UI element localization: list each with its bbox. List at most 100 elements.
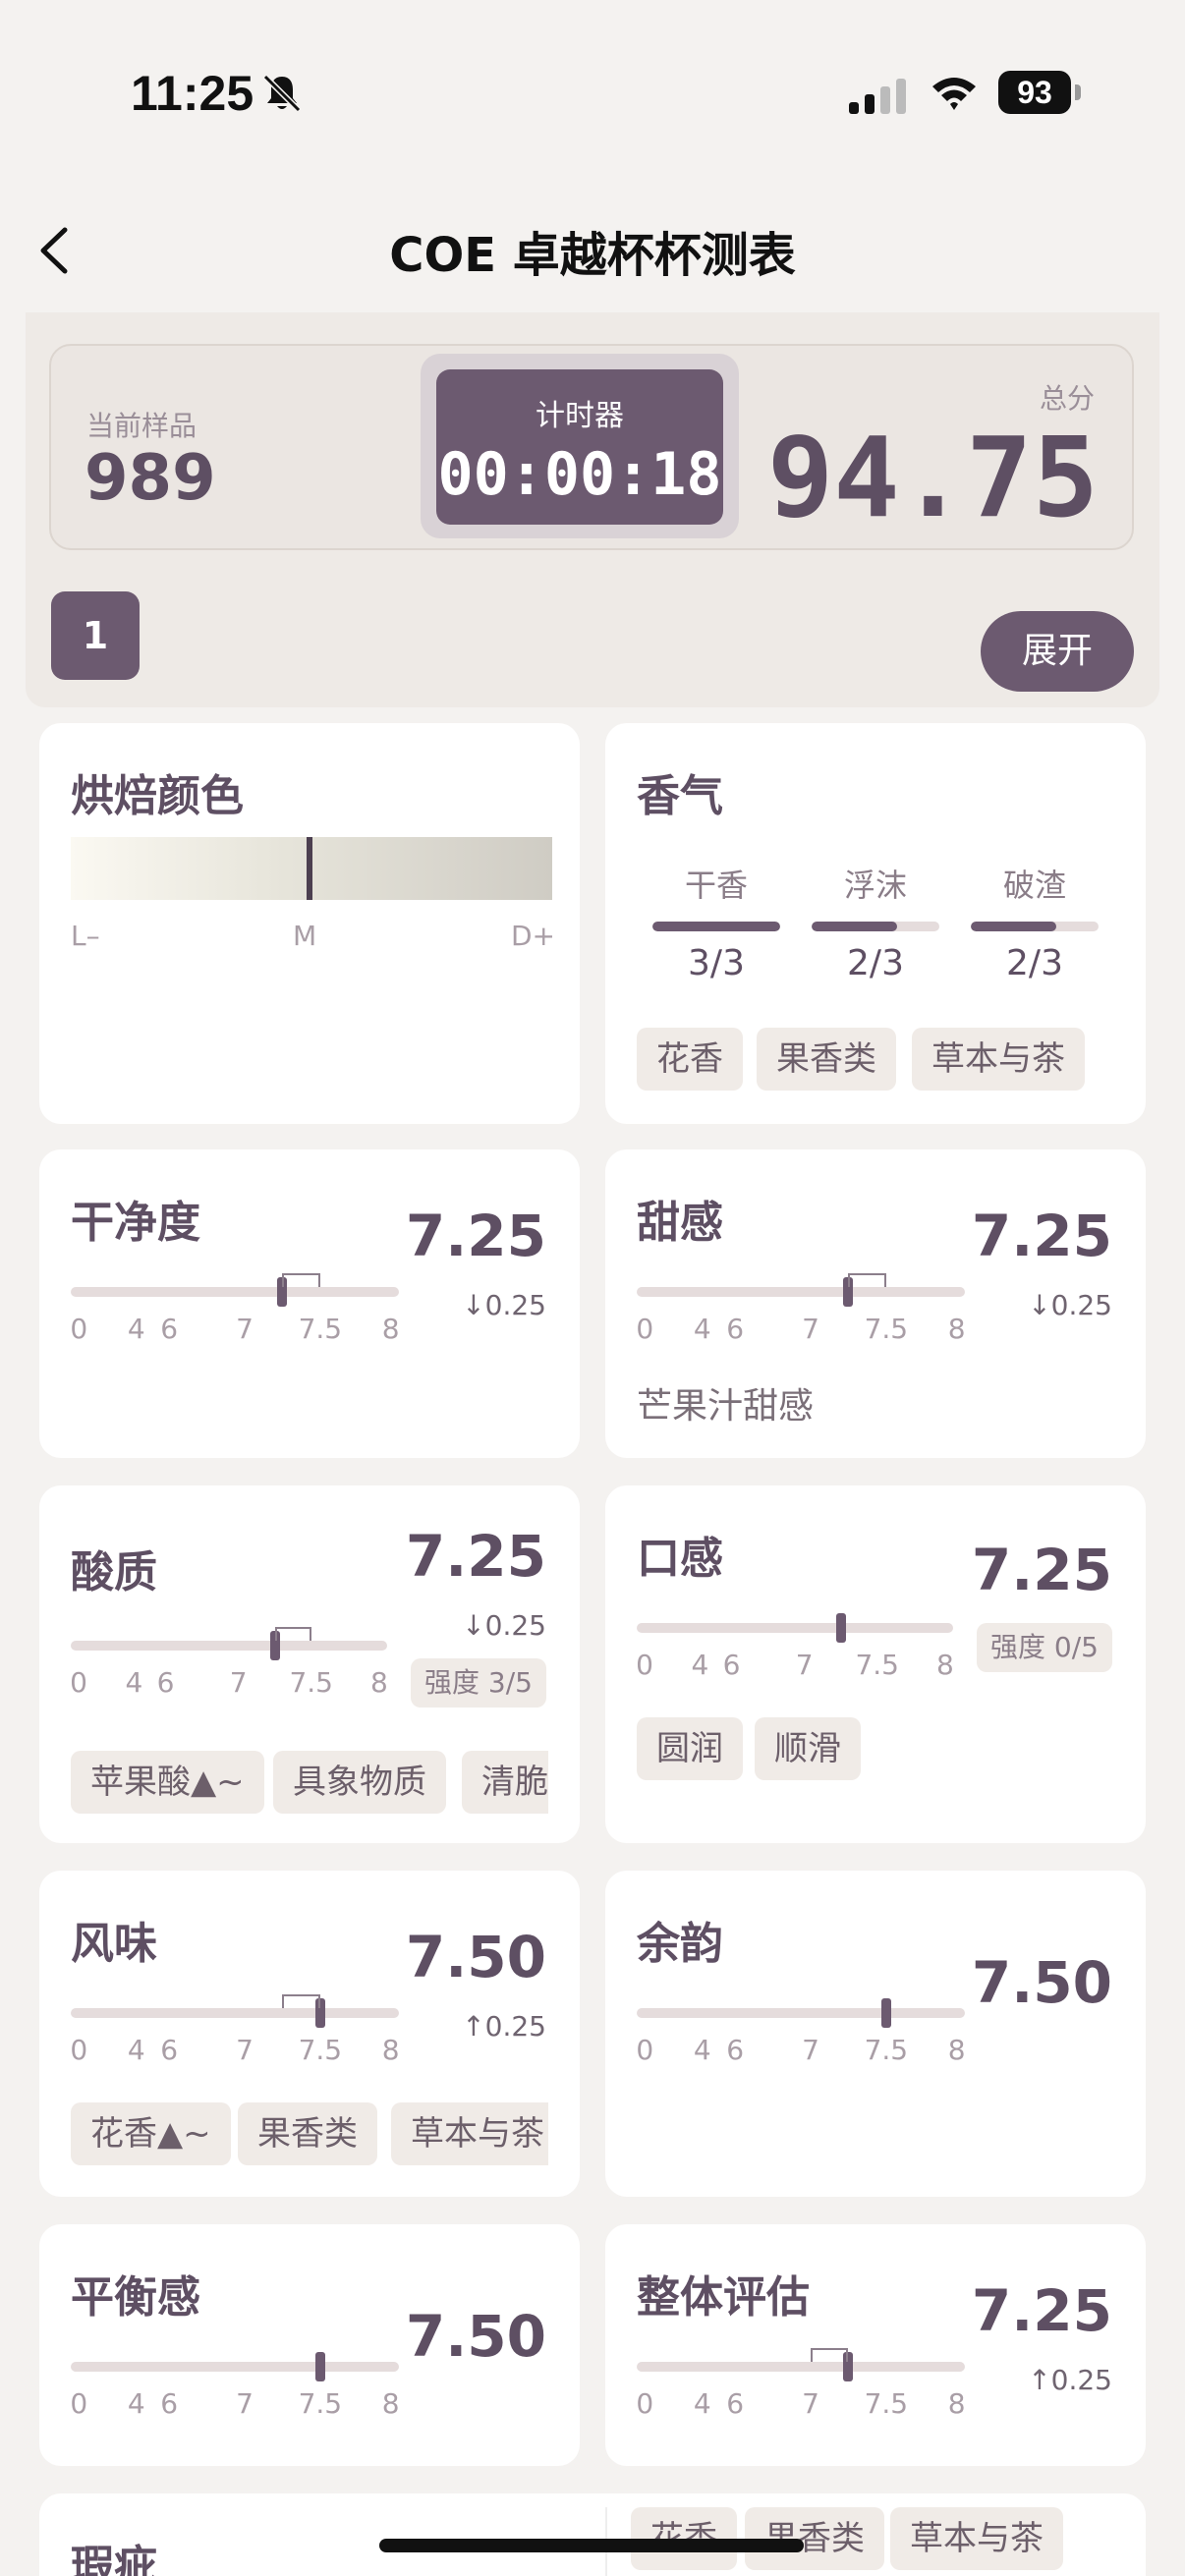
wifi-icon (932, 78, 976, 110)
acidity-card[interactable]: 酸质 7.25 ↓0.25 强度 3/5 0 4 6 7 7.5 8 苹果酸▲~ 具象物质… (39, 1485, 580, 1843)
tick-label: 8 (947, 1313, 966, 1345)
battery-icon: 93 (998, 71, 1081, 114)
aroma-dry[interactable]: 干香 3/3 (652, 861, 780, 983)
tick-label: 4 (693, 2387, 711, 2420)
aroma-tag[interactable]: 花香 (637, 1028, 743, 1091)
tick-label: 6 (160, 2387, 179, 2420)
tick-label: 4 (127, 2387, 145, 2420)
tick-label: 8 (381, 1313, 400, 1345)
mouthfeel-tag[interactable]: 顺滑 (755, 1717, 861, 1780)
tick-label: 7 (802, 2387, 819, 2420)
delta-bracket (811, 2348, 849, 2362)
slider-ticks: 0 4 6 7 7.5 8 (70, 1313, 400, 1346)
flavor-card[interactable]: 风味 7.50 ↑0.25 0 4 6 7 7.5 8 花香▲~ 果香类 草本与茶 (39, 1871, 580, 2197)
acidity-tag[interactable]: 具象物质 (273, 1751, 446, 1814)
tick-label: 0 (636, 1649, 653, 1681)
tick-label: 6 (726, 1313, 745, 1345)
tick-label: 7 (236, 1313, 254, 1345)
card-title: 平衡感 (71, 2272, 200, 2323)
tick-label: 4 (693, 1313, 711, 1345)
sample-index-tab[interactable]: 1 (51, 591, 140, 680)
score-slider[interactable] (71, 1627, 387, 1660)
timer-button[interactable]: 计时器 00:00:18 (436, 369, 723, 525)
slider-knob[interactable] (880, 1998, 891, 2028)
score-slider[interactable] (71, 1273, 399, 1307)
page-title: COE 卓越杯杯测表 (389, 228, 796, 283)
intensity-badge: 强度 3/5 (411, 1658, 546, 1708)
score-slider[interactable] (71, 2352, 399, 2381)
tag-row[interactable]: 苹果酸▲~ 具象物质 清脆 (71, 1749, 548, 1818)
aroma-bar (971, 922, 1099, 931)
total-label: 总分 (1039, 382, 1095, 415)
tick-label: 7.5 (298, 1313, 343, 1345)
roast-label-light: L– (71, 920, 100, 952)
flavor-tag[interactable]: 草本与茶 (391, 2102, 548, 2165)
flavor-tag[interactable]: 果香类 (238, 2102, 377, 2165)
slider-ticks: 0 4 6 7 7.5 8 (70, 2034, 400, 2067)
score-delta: ↑0.25 (462, 2010, 546, 2043)
acidity-tag[interactable]: 苹果酸▲~ (71, 1751, 264, 1814)
score-slider[interactable] (637, 1613, 953, 1643)
defects-card[interactable]: 瑕疵 花香 果香类 草本与茶 (39, 2493, 1146, 2576)
aroma-card[interactable]: 香气 干香 3/3 浮沫 2/3 破渣 2/3 花香 果香类 草本与茶 (605, 723, 1146, 1124)
roast-label-dark: D+ (511, 920, 556, 952)
score-value: 7.25 (971, 1537, 1112, 1603)
aroma-name: 干香 (684, 867, 748, 904)
defect-tag[interactable]: 草本与茶 (890, 2507, 1063, 2570)
cellular-signal-icon (849, 79, 906, 114)
aroma-crust[interactable]: 浮沫 2/3 (812, 861, 939, 983)
mouthfeel-tag[interactable]: 圆润 (637, 1717, 743, 1780)
aroma-bar (812, 922, 939, 931)
sweetness-card[interactable]: 甜感 7.25 ↓0.25 0 4 6 7 7.5 8 芒果汁甜感 (605, 1149, 1146, 1458)
roast-color-bar[interactable] (71, 837, 552, 900)
tick-label: 7.5 (855, 1649, 899, 1681)
home-indicator[interactable] (379, 2539, 804, 2552)
score-delta: ↑0.25 (1028, 2364, 1112, 2396)
aroma-tag[interactable]: 果香类 (757, 1028, 896, 1091)
tick-label: 0 (70, 1666, 87, 1699)
acidity-tag[interactable]: 清脆 (462, 1751, 548, 1814)
score-value: 7.25 (971, 1203, 1112, 1269)
aroma-tag[interactable]: 草本与茶 (912, 1028, 1085, 1091)
tag-row[interactable]: 花香▲~ 果香类 草本与茶 (71, 2100, 548, 2169)
tick-label: 4 (127, 1313, 145, 1345)
tick-label: 6 (726, 2034, 745, 2066)
card-title: 瑕疵 (71, 2542, 157, 2576)
score-slider[interactable] (637, 1273, 965, 1307)
tick-label: 8 (381, 2387, 400, 2420)
tick-label: 0 (636, 1313, 654, 1345)
slider-knob[interactable] (835, 1613, 846, 1643)
timer-frame: 计时器 00:00:18 (421, 354, 739, 538)
roast-color-card[interactable]: 烘焙颜色 L– M D+ (39, 723, 580, 1124)
aroma-bar (652, 922, 780, 931)
tick-label: 8 (947, 2387, 966, 2420)
clean-cup-card[interactable]: 干净度 7.25 ↓0.25 0 4 6 7 7.5 8 (39, 1149, 580, 1458)
aroma-break[interactable]: 破渣 2/3 (971, 861, 1099, 983)
mouthfeel-card[interactable]: 口感 7.25 强度 0/5 0 4 6 7 7.5 8 圆润 顺滑 (605, 1485, 1146, 1843)
overall-card[interactable]: 整体评估 7.25 ↑0.25 0 4 6 7 7.5 8 (605, 2224, 1146, 2466)
score-delta: ↓0.25 (462, 1289, 546, 1321)
sweetness-note: 芒果汁甜感 (637, 1386, 815, 1427)
summary-card: 当前样品 989 计时器 00:00:18 总分 94.75 (49, 344, 1134, 550)
card-title: 烘焙颜色 (71, 771, 244, 821)
expand-button[interactable]: 展开 (981, 611, 1134, 692)
score-slider[interactable] (71, 1994, 399, 2028)
score-slider[interactable] (637, 2348, 965, 2381)
card-title: 风味 (71, 1919, 157, 1969)
tick-label: 8 (381, 2034, 400, 2066)
tick-label: 4 (127, 2034, 145, 2066)
aftertaste-card[interactable]: 余韵 7.50 0 4 6 7 7.5 8 (605, 1871, 1146, 2197)
score-slider[interactable] (637, 1998, 965, 2028)
status-bar: 11:25 93 (0, 0, 1185, 187)
score-value: 7.25 (405, 1203, 546, 1269)
tick-label: 7 (795, 1649, 814, 1681)
slider-knob[interactable] (314, 2352, 325, 2381)
card-title: 整体评估 (637, 2272, 810, 2323)
roast-marker[interactable] (307, 837, 312, 900)
slider-ticks: 0 4 6 7 7.5 8 (636, 1313, 966, 1346)
tick-label: 6 (156, 1666, 175, 1699)
tick-label: 7.5 (864, 2387, 909, 2420)
flavor-tag[interactable]: 花香▲~ (71, 2102, 231, 2165)
tick-label: 8 (936, 1649, 954, 1681)
balance-card[interactable]: 平衡感 7.50 0 4 6 7 7.5 8 (39, 2224, 580, 2466)
